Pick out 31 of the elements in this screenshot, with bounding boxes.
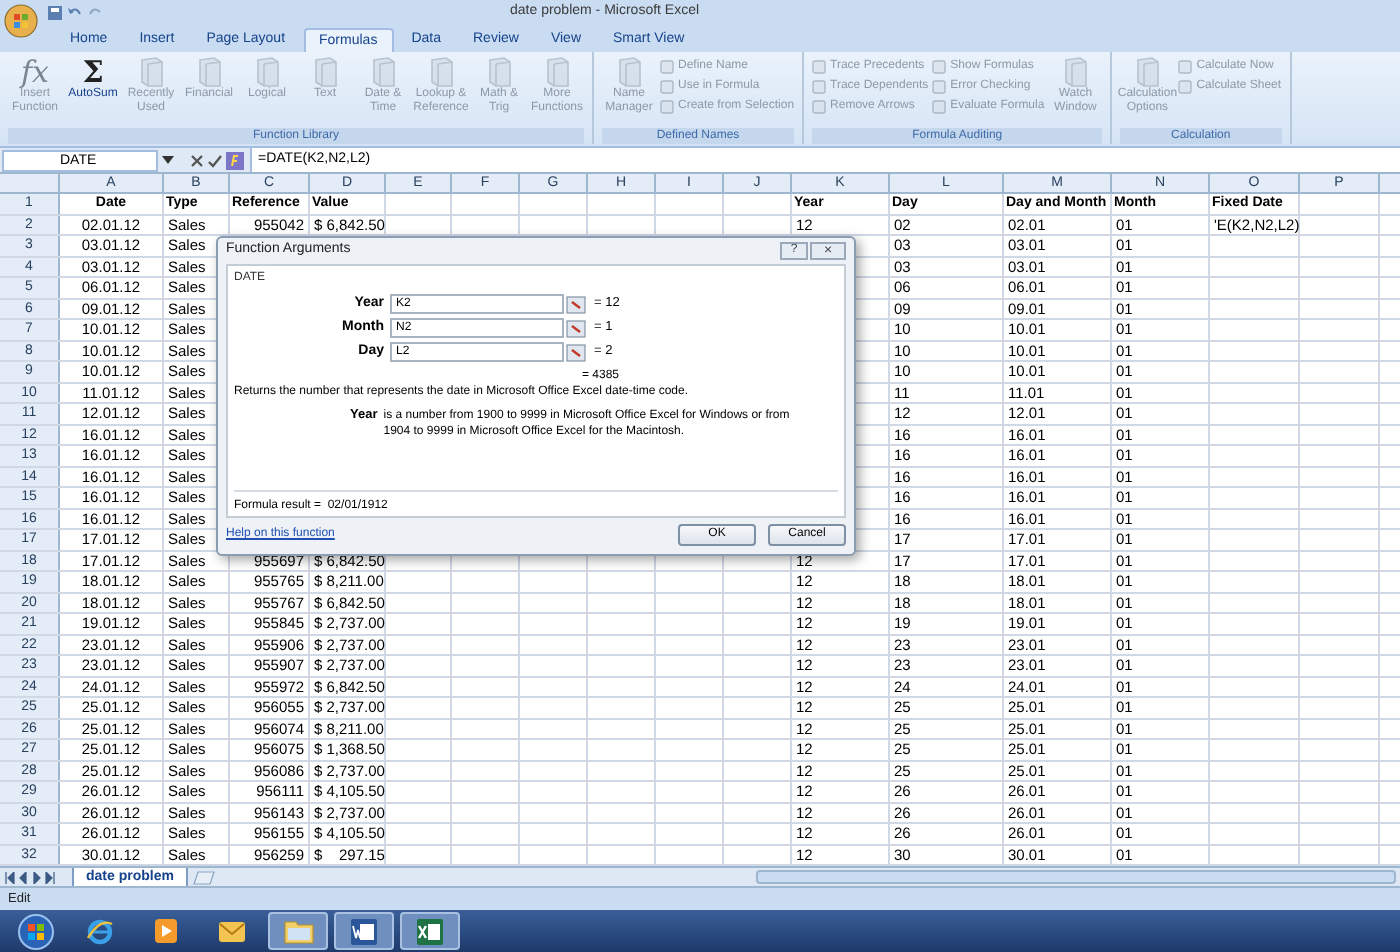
collapse-dialog-icon[interactable]: [566, 343, 586, 361]
globe-icon: [86, 917, 114, 945]
sheet-navigation-icon[interactable]: [4, 871, 60, 883]
book-icon: [427, 56, 455, 88]
undo-icon[interactable]: [68, 6, 82, 20]
book-icon: [369, 56, 397, 88]
taskbar-button[interactable]: [334, 912, 394, 950]
check-icon[interactable]: [208, 153, 222, 167]
taskbar-button[interactable]: [400, 912, 460, 950]
book-icon: [543, 56, 571, 88]
book-icon: [1133, 56, 1162, 88]
insert-function-icon[interactable]: [226, 151, 244, 169]
collapse-dialog-icon[interactable]: [566, 319, 586, 337]
save-icon[interactable]: [48, 6, 62, 20]
document-w-icon: [350, 917, 378, 945]
book-icon: [137, 56, 165, 88]
mail-icon: [218, 918, 246, 944]
book-icon: [311, 56, 339, 88]
folder-icon: [283, 918, 313, 944]
book-icon: [253, 56, 281, 88]
book-icon: [1061, 56, 1090, 88]
cancel-icon[interactable]: [190, 153, 204, 167]
book-icon: [195, 56, 223, 88]
spreadsheet-x-icon: [416, 917, 444, 945]
start-orb-icon: [18, 913, 54, 949]
dropdown-icon[interactable]: [162, 154, 174, 166]
horizontal-scrollbar[interactable]: [755, 870, 1396, 884]
book-icon: [615, 56, 643, 88]
book-icon: [485, 56, 513, 88]
play-icon: [154, 918, 178, 944]
collapse-dialog-icon[interactable]: [566, 295, 586, 313]
